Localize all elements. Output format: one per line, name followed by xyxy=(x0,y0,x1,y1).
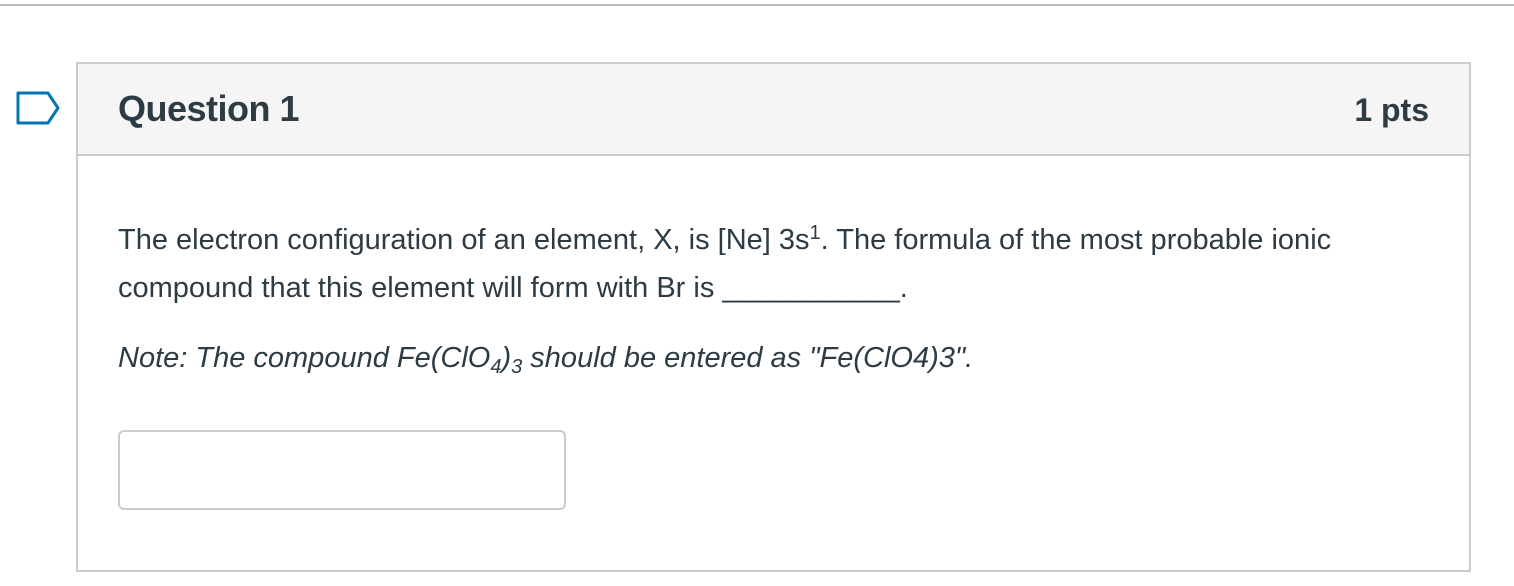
question-text: The electron configuration of an element… xyxy=(118,216,1418,312)
answer-input[interactable] xyxy=(118,430,566,510)
top-divider xyxy=(0,4,1514,6)
question-text-superscript: 1 xyxy=(809,222,821,244)
question-title: Question 1 xyxy=(118,88,300,129)
question-card: Question 1 1 pts The electron configurat… xyxy=(76,62,1471,572)
question-points: 1 pts xyxy=(1354,92,1429,128)
question-note: Note: The compound Fe(ClO4)3 should be e… xyxy=(118,338,1418,378)
note-subscript-1: 4 xyxy=(490,356,502,378)
question-text-part1: The electron configuration of an element… xyxy=(118,224,810,256)
note-part3: should be entered as "Fe(ClO4)3". xyxy=(522,342,974,374)
note-part2: ) xyxy=(501,342,512,374)
note-part1: Note: The compound Fe(ClO xyxy=(118,342,491,374)
note-subscript-2: 3 xyxy=(511,356,523,378)
flag-question-icon[interactable] xyxy=(14,90,62,126)
question-header: Question 1 1 pts xyxy=(78,64,1469,156)
